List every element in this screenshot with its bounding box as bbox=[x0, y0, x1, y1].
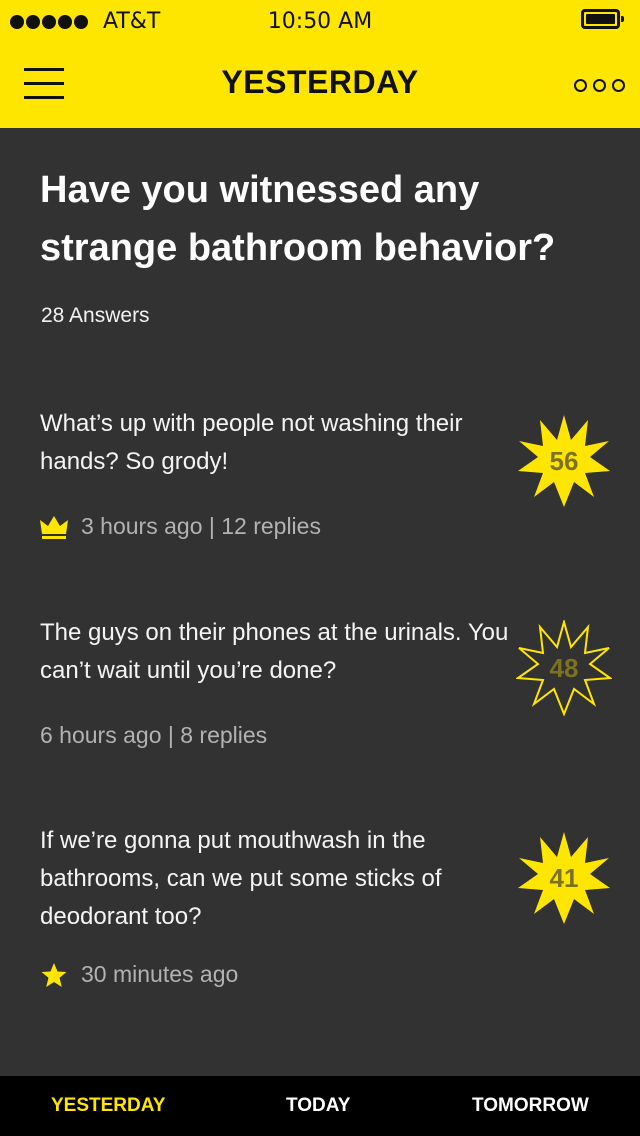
answer-meta-text: 30 minutes ago bbox=[81, 961, 239, 987]
score-badge[interactable]: 48 bbox=[516, 620, 612, 716]
score-badge[interactable]: 56 bbox=[516, 413, 612, 509]
question-title: Have you witnessed any strange bathroom … bbox=[40, 169, 556, 269]
answer-text[interactable]: The guys on their phones at the urinals.… bbox=[40, 614, 510, 690]
answer-meta-text: 6 hours ago | 8 replies bbox=[40, 722, 268, 748]
more-options-icon[interactable] bbox=[574, 79, 625, 92]
score-value: 48 bbox=[549, 653, 579, 683]
star-icon bbox=[41, 962, 67, 987]
answers-count[interactable]: 28 Answers bbox=[41, 304, 150, 328]
status-time: 10:50 AM bbox=[267, 9, 373, 34]
answer-text[interactable]: What’s up with people not washing their … bbox=[40, 405, 510, 481]
tab-yesterday[interactable]: YESTERDAY bbox=[51, 1095, 165, 1117]
bottom-tab-bar: YESTERDAY TODAY TOMORROW bbox=[0, 1076, 640, 1136]
answer-meta: 3 hours ago | 12 replies bbox=[40, 513, 321, 540]
status-bar: AT&T 10:50 AM bbox=[0, 0, 640, 42]
answer-meta: 30 minutes ago bbox=[40, 961, 238, 988]
tab-tomorrow[interactable]: TOMORROW bbox=[472, 1095, 589, 1117]
nav-bar: YESTERDAY bbox=[0, 42, 640, 128]
score-badge[interactable]: 41 bbox=[516, 830, 612, 926]
answer-text[interactable]: If we’re gonna put mouthwash in the bath… bbox=[40, 822, 510, 936]
score-value: 56 bbox=[549, 446, 579, 476]
answer-meta-text: 3 hours ago | 12 replies bbox=[81, 513, 321, 539]
page-title: YESTERDAY bbox=[221, 64, 419, 100]
crown-icon bbox=[40, 515, 68, 539]
tab-today[interactable]: TODAY bbox=[286, 1095, 350, 1117]
answer-meta: 6 hours ago | 8 replies bbox=[40, 722, 267, 749]
battery-full-icon bbox=[581, 9, 624, 29]
score-value: 41 bbox=[549, 863, 579, 893]
